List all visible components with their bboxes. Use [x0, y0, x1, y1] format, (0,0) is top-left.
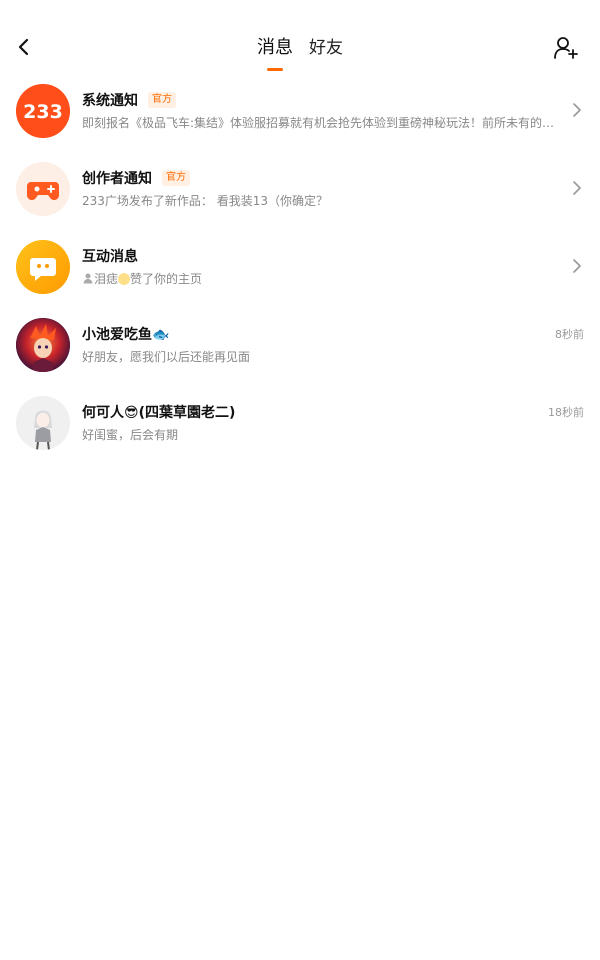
message-title: 互动消息 — [82, 249, 138, 265]
contact-name: 小池爱吃鱼🐟 — [82, 327, 170, 343]
message-title: 系统通知 — [82, 93, 138, 109]
interaction-user-name: 泪痣 — [94, 272, 119, 286]
message-list: 233 系统通知 官方 即刻报名《极品飞车:集结》体验服招募就有机会抢先体验到重… — [0, 84, 600, 474]
message-preview: 233广场发布了新作品： 看我装13（你确定？ — [82, 194, 328, 208]
avatar — [16, 318, 70, 372]
add-friend-button[interactable] — [552, 34, 580, 62]
chat-bubble-icon — [16, 240, 70, 294]
list-item-creator-notice[interactable]: 创作者通知 官方 233广场发布了新作品： 看我装13（你确定？ — [0, 162, 600, 240]
tab-messages[interactable]: 消息 — [257, 34, 293, 74]
message-preview: 好闺蜜，后会有期 — [82, 428, 179, 442]
233-logo-icon: 233 — [16, 84, 70, 138]
tab-messages-label: 消息 — [257, 37, 293, 58]
avatar — [16, 162, 70, 216]
title-row: 何可人😎(四葉草園老二) 18秒前 — [82, 401, 584, 423]
anime-avatar-icon — [16, 318, 70, 372]
message-preview: 即刻报名《极品飞车:集结》体验服招募就有机会抢先体验到重磅神秘玩法！前所未有的竞… — [82, 116, 560, 130]
tab-friends-label: 好友 — [309, 38, 343, 58]
chevron-right-icon — [573, 103, 581, 117]
official-badge: 官方 — [148, 92, 176, 108]
chevron-right-icon — [573, 259, 581, 273]
avatar — [16, 240, 70, 294]
message-title: 创作者通知 — [82, 171, 152, 187]
list-item-chat[interactable]: 何可人😎(四葉草園老二) 18秒前 好闺蜜，后会有期 — [0, 396, 600, 474]
message-preview: 好朋友，愿我们以后还能再见面 — [82, 350, 251, 364]
anime-avatar-icon — [16, 396, 70, 450]
emoji-avatar-icon — [118, 273, 131, 285]
title-row: 互动消息 — [82, 245, 584, 267]
add-user-icon — [554, 37, 578, 59]
user-small-icon — [83, 273, 93, 284]
message-preview: 泪痣 赞了你的主页 — [82, 270, 560, 287]
official-badge: 官方 — [162, 170, 190, 186]
list-item-system-notice[interactable]: 233 系统通知 官方 即刻报名《极品飞车:集结》体验服招募就有机会抢先体验到重… — [0, 84, 600, 162]
interaction-text: 赞了你的主页 — [130, 272, 203, 286]
title-row: 系统通知 官方 — [82, 89, 584, 111]
active-tab-indicator — [267, 68, 283, 71]
chevron-right-icon — [573, 181, 581, 195]
list-item-interactions[interactable]: 互动消息 泪痣 赞了你的主页 — [0, 240, 600, 318]
title-row: 创作者通知 官方 — [82, 167, 584, 189]
gamepad-icon — [16, 162, 70, 216]
avatar: 233 — [16, 84, 70, 138]
tab-friends[interactable]: 好友 — [309, 34, 343, 74]
avatar — [16, 396, 70, 450]
contact-name: 何可人😎(四葉草園老二) — [82, 405, 236, 421]
tab-bar: 消息 好友 — [0, 34, 600, 74]
svg-text:233: 233 — [23, 101, 63, 123]
message-time: 8秒前 — [555, 328, 584, 341]
message-time: 18秒前 — [548, 406, 584, 419]
list-item-chat[interactable]: 小池爱吃鱼🐟 8秒前 好朋友，愿我们以后还能再见面 — [0, 318, 600, 396]
title-row: 小池爱吃鱼🐟 8秒前 — [82, 323, 584, 345]
header: 消息 好友 — [0, 0, 600, 80]
